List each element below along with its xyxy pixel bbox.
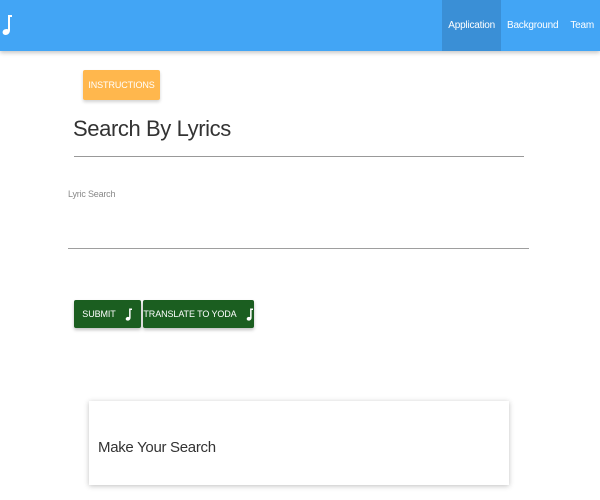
instructions-button[interactable]: INSTRUCTIONS: [83, 70, 160, 100]
page-title: Search By Lyrics: [73, 116, 231, 141]
translate-to-yoda-button[interactable]: TRANSLATE TO YODA: [143, 300, 254, 328]
page: Application Background Team INSTRUCTIONS…: [0, 0, 600, 500]
submit-button-label: SUBMIT: [82, 309, 116, 319]
nav-links: Application Background Team: [442, 0, 600, 51]
lyric-search-label: Lyric Search: [68, 189, 116, 199]
top-navbar: Application Background Team: [0, 0, 600, 51]
nav-link-team[interactable]: Team: [564, 0, 600, 51]
result-card-text: Make Your Search: [98, 439, 216, 456]
result-card: Make Your Search: [89, 401, 509, 485]
music-note-icon: [246, 308, 253, 321]
lyric-search-input[interactable]: [68, 214, 529, 249]
translate-button-label: TRANSLATE TO YODA: [143, 309, 237, 319]
submit-button[interactable]: SUBMIT: [74, 300, 141, 328]
music-note-icon: [125, 308, 132, 321]
nav-link-background[interactable]: Background: [501, 0, 564, 51]
title-divider: [74, 156, 524, 157]
music-note-icon[interactable]: [2, 14, 14, 36]
nav-link-application[interactable]: Application: [442, 0, 501, 51]
